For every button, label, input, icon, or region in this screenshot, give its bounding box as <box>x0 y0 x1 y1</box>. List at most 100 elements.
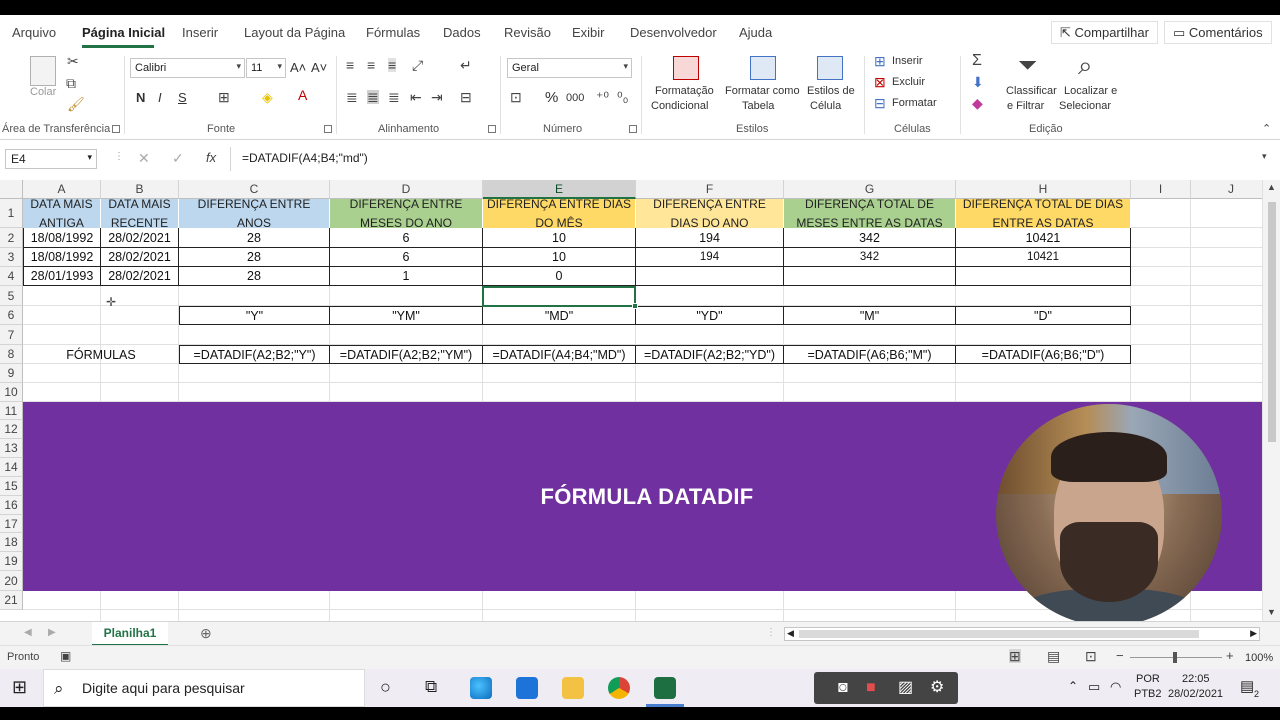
code-cell[interactable]: "Y" <box>179 306 330 325</box>
header-cell-g[interactable]: DIFERENÇA TOTAL DE MESES ENTRE AS DATAS <box>784 197 956 230</box>
tab-arquivo[interactable]: Arquivo <box>12 25 56 40</box>
header-cell-e[interactable]: DIFERENÇA ENTRE DIAS DO MÊS <box>483 197 636 230</box>
row-header-20[interactable]: 20 <box>0 571 23 591</box>
percent-button[interactable]: % <box>545 89 558 106</box>
font-launcher-icon[interactable] <box>324 125 332 133</box>
row-header-2[interactable]: 2 <box>0 228 23 248</box>
chrome-icon[interactable] <box>608 677 630 699</box>
select-all-corner[interactable] <box>0 180 23 199</box>
sort-filter-icon[interactable]: ⏷ <box>1018 54 1037 78</box>
formula-text-cell[interactable]: =DATADIF(A2;B2;"YM") <box>330 345 483 364</box>
format-cells-icon[interactable]: ⊟ <box>874 96 886 110</box>
tab-desenvolvedor[interactable]: Desenvolvedor <box>630 25 717 40</box>
keyboard-layout[interactable]: PTB2 <box>1134 688 1162 700</box>
paste-icon[interactable] <box>30 56 56 86</box>
conditional-formatting-button[interactable]: Condicional <box>651 100 708 112</box>
scroll-left-icon[interactable]: ◀ <box>787 628 794 639</box>
sheet-tab-planilha1[interactable]: Planilha1 <box>92 622 168 646</box>
vertical-scrollbar[interactable]: ▲ ▼ <box>1262 180 1280 621</box>
header-cell-f[interactable]: DIFERENÇA ENTRE DIAS DO ANO <box>636 197 784 230</box>
formula-input[interactable]: =DATADIF(A4;B4;"md") <box>234 149 1274 169</box>
fill-color-icon[interactable]: ◈ <box>262 90 273 104</box>
row-header-4[interactable]: 4 <box>0 267 23 286</box>
number-launcher-icon[interactable] <box>629 125 637 133</box>
header-cell-c[interactable]: DIFERENÇA ENTRE ANOS <box>179 197 330 230</box>
row-header-1[interactable]: 1 <box>0 199 23 228</box>
data-cell[interactable]: 194 <box>636 228 784 248</box>
cell-styles-icon[interactable] <box>817 56 843 80</box>
font-size-select[interactable]: 11 ▾ <box>246 58 286 78</box>
excel-icon[interactable] <box>654 677 676 699</box>
zoom-slider-thumb[interactable] <box>1173 652 1177 663</box>
header-cell-h[interactable]: DIFERENÇA TOTAL DE DIAS ENTRE AS DATAS <box>956 197 1131 230</box>
formula-text-cell[interactable]: =DATADIF(A4;B4;"MD") <box>483 345 636 364</box>
autosum-icon[interactable]: Σ <box>972 53 982 69</box>
align-left-icon[interactable]: ≣ <box>346 90 358 104</box>
fill-icon[interactable]: ⬇ <box>972 75 984 89</box>
horizontal-scrollbar[interactable]: ◀ ▶ <box>784 627 1260 641</box>
row-header-10[interactable]: 10 <box>0 383 23 402</box>
bold-button[interactable]: N <box>136 90 145 105</box>
header-cell-b[interactable]: DATA MAIS RECENTE <box>101 197 179 230</box>
tab-exibir[interactable]: Exibir <box>572 25 605 40</box>
data-cell[interactable] <box>784 267 956 286</box>
thousands-button[interactable]: 000 <box>566 92 584 104</box>
expand-formula-icon[interactable]: ▾ <box>1262 152 1267 161</box>
font-name-select[interactable]: Calibri ▾ <box>130 58 245 78</box>
insert-cells-button[interactable]: Inserir <box>892 55 923 67</box>
code-cell[interactable]: "D" <box>956 306 1131 325</box>
tab-dados[interactable]: Dados <box>443 25 481 40</box>
find-select-icon[interactable]: ⌕ <box>1078 52 1093 78</box>
number-format-select[interactable]: Geral ▾ <box>507 58 632 78</box>
tab-formulas[interactable]: Fórmulas <box>366 25 420 40</box>
alignment-launcher-icon[interactable] <box>488 125 496 133</box>
align-top-icon[interactable]: ≡ <box>346 58 354 72</box>
merge-center-icon[interactable]: ⊟ <box>460 90 472 104</box>
cell-styles-button[interactable]: Célula <box>810 100 841 112</box>
windows-start-icon[interactable]: ⊞ <box>12 678 27 696</box>
zoom-level[interactable]: 100% <box>1245 652 1273 664</box>
normal-view-icon[interactable]: ⊞ <box>1009 649 1021 663</box>
increase-decimal-icon[interactable]: ⁺⁰ <box>596 90 609 104</box>
vertical-scroll-thumb[interactable] <box>1268 202 1276 442</box>
row-header-6[interactable]: 6 <box>0 306 23 325</box>
image-icon[interactable]: ▨ <box>898 680 913 696</box>
tab-inserir[interactable]: Inserir <box>182 25 218 40</box>
row-header-5[interactable]: 5 <box>0 286 23 306</box>
settings-gear-icon[interactable]: ⚙ <box>930 680 944 696</box>
data-cell[interactable]: 6 <box>330 248 483 267</box>
scroll-up-icon[interactable]: ▲ <box>1267 183 1276 192</box>
row-header-7[interactable]: 7 <box>0 325 23 345</box>
data-cell[interactable]: 28 <box>179 248 330 267</box>
data-cell[interactable]: 6 <box>330 228 483 248</box>
sort-filter-button[interactable]: e Filtrar <box>1007 100 1044 112</box>
share-button[interactable]: ⇱ Compartilhar <box>1051 21 1158 44</box>
row-header-13[interactable]: 13 <box>0 439 23 458</box>
row-header-15[interactable]: 15 <box>0 477 23 496</box>
find-select-button[interactable]: Selecionar <box>1059 100 1111 112</box>
row-header-16[interactable]: 16 <box>0 496 23 515</box>
data-cell[interactable]: 18/08/1992 <box>23 228 101 248</box>
data-cell[interactable]: 10 <box>483 228 636 248</box>
page-break-view-icon[interactable]: ⊡ <box>1085 649 1097 663</box>
name-box[interactable]: E4 ▾ <box>5 149 97 169</box>
formula-text-cell[interactable]: =DATADIF(A2;B2;"YD") <box>636 345 784 364</box>
delete-cells-icon[interactable]: ⊠ <box>874 75 886 89</box>
row-header-8[interactable]: 8 <box>0 345 23 364</box>
delete-cells-button[interactable]: Excluir <box>892 76 925 88</box>
file-explorer-icon[interactable] <box>562 677 584 699</box>
scroll-right-icon[interactable]: ▶ <box>1250 628 1257 639</box>
row-header-14[interactable]: 14 <box>0 458 23 477</box>
edge-icon[interactable] <box>470 677 492 699</box>
data-cell[interactable] <box>636 267 784 286</box>
cortana-icon[interactable]: ○ <box>380 678 391 696</box>
clear-icon[interactable]: ◆ <box>972 96 983 110</box>
data-cell[interactable]: 342 <box>784 248 956 267</box>
clock-date[interactable]: 28/02/2021 <box>1168 688 1223 700</box>
row-header-19[interactable]: 19 <box>0 552 23 571</box>
align-middle-icon[interactable]: ≡ <box>367 58 375 72</box>
font-color-icon[interactable]: A <box>298 88 307 102</box>
currency-icon[interactable]: ⊡ <box>510 90 522 104</box>
row-header-12[interactable]: 12 <box>0 420 23 439</box>
row-header-11[interactable]: 11 <box>0 402 23 420</box>
